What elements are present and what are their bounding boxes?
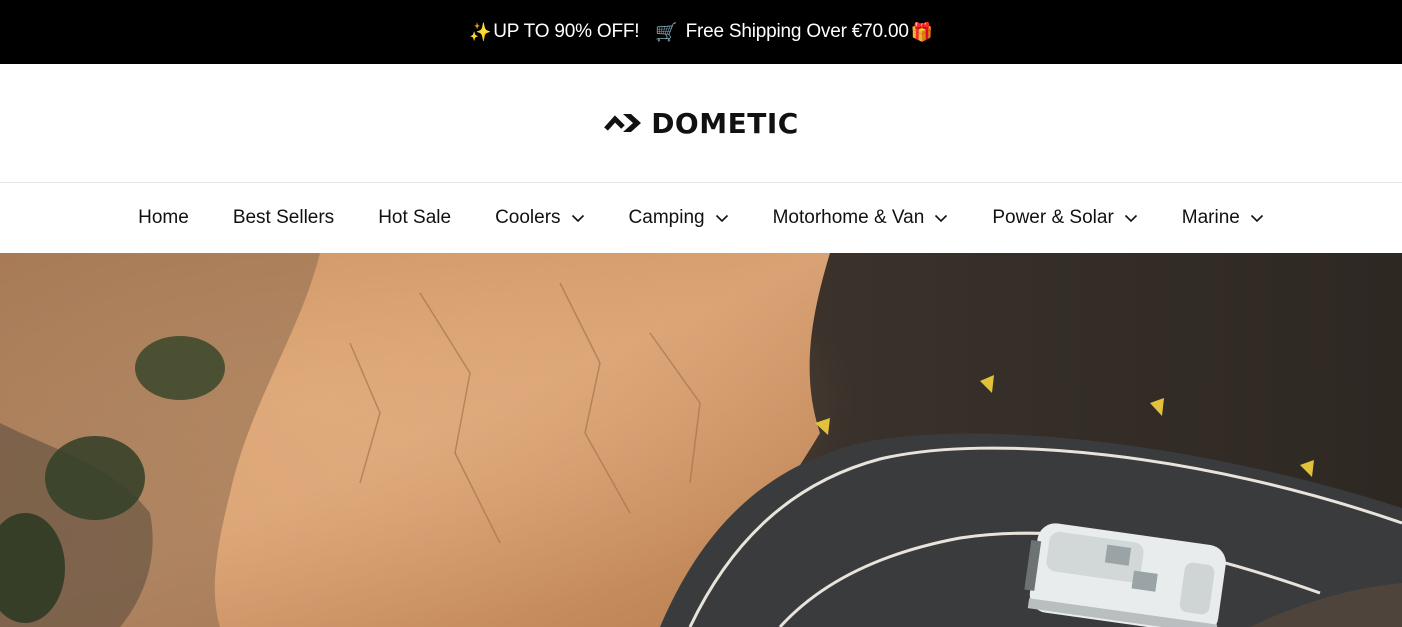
chevron-down-icon [715, 214, 728, 222]
nav-item-best-sellers[interactable]: Best Sellers [233, 207, 334, 229]
site-header: DOMETIC [0, 64, 1402, 182]
chevron-down-icon [1250, 214, 1263, 222]
nav-item-hot-sale[interactable]: Hot Sale [378, 207, 451, 229]
dometic-logo-link[interactable]: DOMETIC [603, 107, 799, 140]
chevron-down-icon [935, 214, 948, 222]
nav-item-label: Camping [628, 207, 705, 228]
chevron-down-icon [1124, 214, 1137, 222]
hero-banner-image[interactable] [0, 253, 1402, 627]
announcement-bar: ✨ UP TO 90% OFF! 🛒 Free Shipping Over €7… [0, 0, 1402, 64]
promo-text: UP TO 90% OFF! [493, 21, 640, 42]
logo-text: DOMETIC [651, 106, 799, 140]
nav-item-camping[interactable]: Camping [629, 207, 729, 229]
nav-item-motorhome-van[interactable]: Motorhome & Van [773, 207, 949, 229]
nav-item-coolers[interactable]: Coolers [495, 207, 584, 229]
motorhome-mountain-road-image [0, 253, 1402, 627]
dometic-logo-icon [604, 114, 642, 132]
free-shipping-text: Free Shipping Over €70.00 [685, 21, 909, 42]
gift-icon: 🎁 [910, 21, 933, 43]
nav-item-label: Best Sellers [232, 207, 335, 228]
sparkles-icon: ✨ [469, 21, 492, 43]
nav-item-label: Power & Solar [992, 207, 1114, 228]
nav-item-label: Motorhome & Van [772, 207, 925, 228]
nav-item-label: Coolers [495, 207, 561, 228]
nav-item-power-solar[interactable]: Power & Solar [992, 207, 1137, 229]
shopping-cart-icon: 🛒 [655, 21, 678, 43]
nav-item-home[interactable]: Home [138, 207, 189, 229]
nav-item-label: Home [138, 207, 189, 228]
main-navigation: Home Best Sellers Hot Sale Coolers Campi… [0, 182, 1402, 253]
nav-item-label: Marine [1181, 207, 1240, 228]
nav-item-label: Hot Sale [378, 207, 452, 228]
chevron-down-icon [571, 214, 584, 222]
nav-item-marine[interactable]: Marine [1182, 207, 1264, 229]
